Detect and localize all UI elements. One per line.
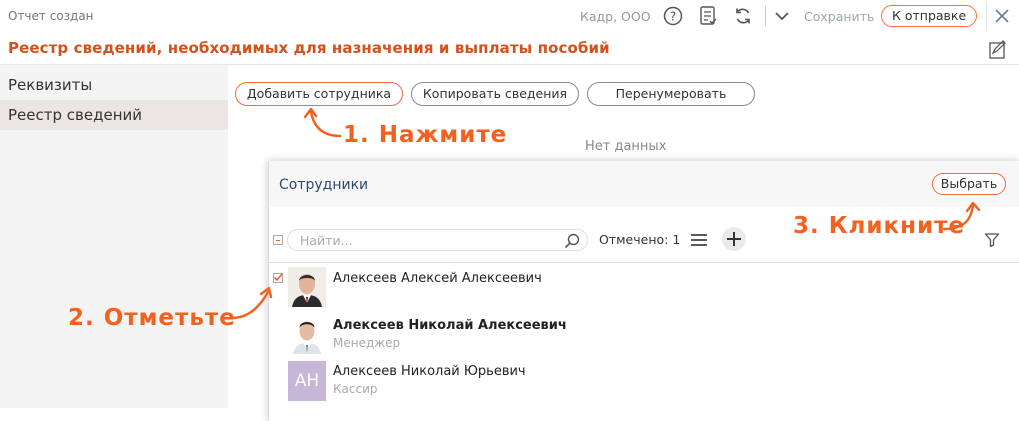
annotation-arrow-1 — [303, 107, 342, 138]
search-input[interactable]: Найти... — [287, 229, 588, 251]
minus-checkbox-icon[interactable] — [273, 235, 283, 245]
avatar — [288, 314, 326, 354]
filter-icon[interactable] — [983, 231, 1001, 249]
employee-role: Менеджер — [333, 336, 401, 350]
annotation-arrow-2 — [230, 286, 273, 320]
panel-title: Сотрудники — [279, 177, 369, 193]
panel-header — [269, 161, 1019, 207]
avatar: АН — [288, 361, 326, 401]
search-icon[interactable] — [563, 232, 581, 250]
sidebar-item-requisites[interactable]: Реквизиты — [0, 70, 228, 100]
employee-role: Кассир — [333, 382, 378, 396]
save-button[interactable]: Сохранить — [804, 9, 874, 24]
annotation-step2: 2. Отметьте — [68, 305, 236, 331]
list-item[interactable]: АН Алексеев Николай Юрьевич Кассир — [269, 359, 1019, 405]
sidebar-item-registry[interactable]: Реестр сведений — [0, 100, 228, 130]
add-employee-button[interactable]: Добавить сотрудника — [235, 82, 403, 106]
employee-name: Алексеев Алексей Алексеевич — [333, 271, 542, 286]
no-data-label: Нет данных — [585, 139, 667, 154]
chevron-down-icon[interactable] — [772, 6, 792, 26]
toolbar-divider — [765, 6, 766, 26]
marked-count: Отмечено: 1 — [599, 232, 681, 247]
menu-icon[interactable] — [689, 230, 709, 250]
avatar — [288, 267, 326, 307]
annotation-step1: 1. Нажмите — [343, 122, 508, 148]
checklist-icon[interactable] — [697, 4, 719, 28]
report-edit-icon[interactable] — [986, 38, 1010, 62]
annotation-step3: 3. Кликните — [793, 213, 966, 239]
employee-name: Алексеев Николай Юрьевич — [333, 364, 526, 379]
annotation-arrow-3 — [942, 201, 981, 231]
search-placeholder: Найти... — [300, 233, 353, 248]
copy-info-button[interactable]: Копировать сведения — [411, 82, 579, 106]
checkbox-icon[interactable] — [273, 273, 283, 283]
page-title: Реестр сведений, необходимых для назначе… — [8, 39, 610, 57]
close-icon[interactable] — [986, 3, 1017, 29]
list-item[interactable]: Алексеев Николай Алексеевич Менеджер — [269, 311, 1019, 357]
plus-icon[interactable] — [722, 227, 746, 251]
select-button[interactable]: Выбрать — [932, 173, 1006, 195]
sidebar: Реквизиты Реестр сведений — [0, 65, 228, 408]
employees-panel: Сотрудники Выбрать Найти... Отмечено: 1 … — [268, 161, 1019, 421]
organization-name[interactable]: Кадр, ООО — [580, 9, 651, 24]
renumber-button[interactable]: Перенумеровать — [587, 82, 755, 106]
svg-text:?: ? — [670, 10, 676, 24]
employee-name: Алексеев Николай Алексеевич — [333, 318, 567, 333]
report-status: Отчет создан — [8, 9, 94, 23]
help-icon[interactable]: ? — [662, 5, 684, 27]
send-button[interactable]: К отправке — [881, 5, 978, 27]
list-item[interactable]: Алексеев Алексей Алексеевич — [269, 263, 1019, 309]
refresh-icon[interactable] — [732, 5, 754, 27]
